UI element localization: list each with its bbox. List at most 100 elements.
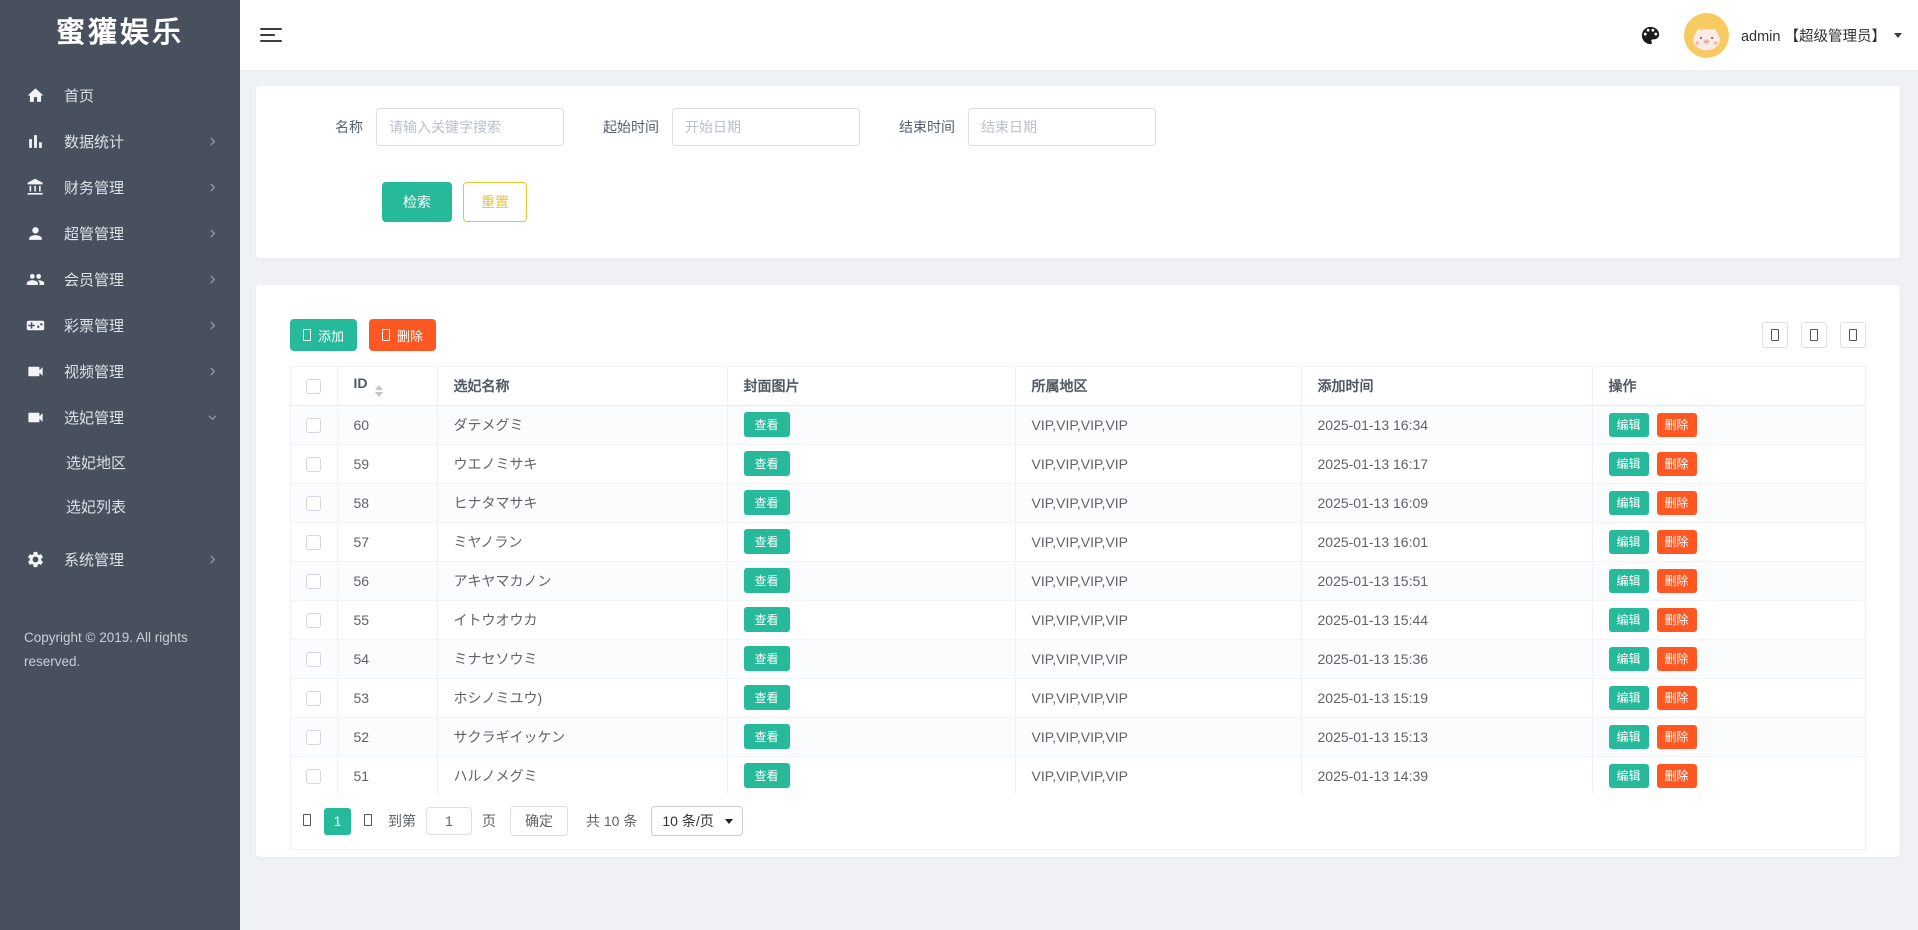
cell-time: 2025-01-13 16:09 (1301, 483, 1593, 523)
row-edit-button[interactable]: 编辑 (1608, 763, 1649, 788)
cell-region: VIP,VIP,VIP,VIP (1015, 756, 1302, 795)
cell-time: 2025-01-13 15:19 (1301, 678, 1593, 718)
sidebar-item-8[interactable]: 选妃管理 (0, 394, 240, 440)
row-delete-button[interactable]: 删除 (1656, 607, 1697, 632)
cell-name: ウエノミサキ (437, 444, 728, 484)
search-panel: 名称 起始时间 结束时间 检索 重置 (256, 86, 1900, 258)
sidebar-item-5[interactable]: 会员管理 (0, 256, 240, 302)
name-search-input[interactable] (376, 108, 564, 146)
add-button[interactable]: 添加 (290, 319, 358, 351)
row-delete-button[interactable]: 删除 (1656, 529, 1697, 554)
bar-chart-icon (29, 134, 42, 148)
row-delete-button[interactable]: 删除 (1656, 724, 1697, 749)
column-header-id[interactable]: ID (337, 367, 438, 406)
total-count-label: 共 10 条 (586, 813, 638, 829)
user-menu[interactable]: admin 【超级管理员】 (1741, 25, 1902, 46)
view-cover-button[interactable]: 查看 (743, 529, 790, 554)
row-checkbox[interactable] (306, 729, 322, 745)
view-cover-button[interactable]: 查看 (743, 568, 790, 593)
view-cover-button[interactable]: 查看 (743, 646, 790, 671)
cell-time: 2025-01-13 15:13 (1301, 717, 1593, 757)
per-page-select[interactable]: 10 条/页 (651, 806, 743, 836)
cell-name: ミナセソウミ (437, 639, 728, 679)
sidebar-item-7[interactable]: 视频管理 (0, 348, 240, 394)
cell-id: 58 (337, 483, 438, 523)
row-delete-button[interactable]: 删除 (1656, 763, 1697, 788)
view-cover-button[interactable]: 查看 (743, 685, 790, 710)
row-edit-button[interactable]: 编辑 (1608, 451, 1649, 476)
view-cover-button[interactable]: 查看 (743, 490, 790, 515)
sort-icon[interactable] (374, 384, 383, 397)
table-row: 58 ヒナタマサキ 查看 VIP,VIP,VIP,VIP 2025-01-13 16:0… (291, 483, 1865, 523)
user-avatar[interactable] (1683, 12, 1729, 58)
table-tool-button-2[interactable] (1801, 322, 1827, 348)
row-edit-button[interactable]: 编辑 (1608, 646, 1649, 671)
end-date-input[interactable] (968, 108, 1156, 146)
view-cover-button[interactable]: 查看 (743, 607, 790, 632)
chevron-right-icon (210, 229, 216, 237)
row-edit-button[interactable]: 编辑 (1608, 490, 1649, 515)
search-button[interactable]: 检索 (382, 182, 452, 222)
row-edit-button[interactable]: 编辑 (1608, 724, 1649, 749)
row-edit-button[interactable]: 编辑 (1608, 529, 1649, 554)
cell-id: 53 (337, 678, 438, 718)
row-delete-button[interactable]: 删除 (1656, 568, 1697, 593)
view-cover-button[interactable]: 查看 (743, 763, 790, 789)
row-checkbox[interactable] (306, 690, 322, 706)
delete-button[interactable]: 删除 (369, 319, 437, 351)
sidebar-item-1[interactable]: 首页 (0, 72, 240, 118)
reset-button[interactable]: 重置 (463, 182, 527, 222)
row-checkbox[interactable] (306, 612, 322, 628)
cell-name: イトウオウカ (437, 600, 728, 640)
theme-palette-icon[interactable] (1639, 24, 1662, 47)
table-row: 59 ウエノミサキ 查看 VIP,VIP,VIP,VIP 2025-01-13 16:1… (291, 444, 1865, 484)
row-edit-button[interactable]: 编辑 (1608, 607, 1649, 632)
row-checkbox[interactable] (306, 769, 322, 785)
row-checkbox[interactable] (306, 456, 322, 472)
row-edit-button[interactable]: 编辑 (1608, 412, 1649, 437)
sidebar-item-3[interactable]: 财务管理 (0, 164, 240, 210)
row-edit-button[interactable]: 编辑 (1608, 685, 1649, 710)
goto-page-input[interactable] (426, 807, 472, 835)
cell-region: VIP,VIP,VIP,VIP (1015, 483, 1302, 523)
sidebar-submenu: 选妃地区 选妃列表 (0, 440, 240, 528)
view-cover-button[interactable]: 查看 (743, 451, 790, 476)
row-delete-button[interactable]: 删除 (1656, 451, 1697, 476)
sidebar-item-4[interactable]: 超管管理 (0, 210, 240, 256)
table-tool-button-1[interactable] (1762, 322, 1788, 348)
column-header-name: 选妃名称 (437, 367, 728, 406)
sidebar-item-6[interactable]: 彩票管理 (0, 302, 240, 348)
view-cover-button[interactable]: 查看 (743, 412, 790, 437)
row-delete-button[interactable]: 删除 (1656, 490, 1697, 515)
prev-page-button[interactable] (301, 813, 313, 829)
row-delete-button[interactable]: 删除 (1656, 685, 1697, 710)
table-row: 51 ハルノメグミ 查看 VIP,VIP,VIP,VIP 2025-01-13 14:3… (291, 756, 1865, 795)
cell-name: ダテメグミ (437, 405, 728, 445)
cell-region: VIP,VIP,VIP,VIP (1015, 522, 1302, 562)
cell-time: 2025-01-13 14:39 (1301, 756, 1593, 795)
next-page-button[interactable] (362, 813, 374, 829)
row-checkbox[interactable] (306, 417, 322, 433)
goto-confirm-button[interactable]: 确定 (510, 806, 568, 836)
sidebar-item-9[interactable]: 系统管理 (0, 536, 240, 582)
row-checkbox[interactable] (306, 651, 322, 667)
sidebar-item-2[interactable]: 数据统计 (0, 118, 240, 164)
chevron-down-icon (724, 818, 733, 824)
view-cover-button[interactable]: 查看 (743, 724, 790, 749)
missing-glyph-icon (364, 813, 372, 826)
row-checkbox[interactable] (306, 534, 322, 550)
select-all-checkbox[interactable] (306, 379, 322, 395)
row-delete-button[interactable]: 删除 (1656, 412, 1697, 437)
cell-region: VIP,VIP,VIP,VIP (1015, 717, 1302, 757)
row-edit-button[interactable]: 编辑 (1608, 568, 1649, 593)
menu-toggle-button[interactable] (260, 25, 282, 46)
table-row: 53 ホシノミユウ) 查看 VIP,VIP,VIP,VIP 2025-01-13 15:… (291, 678, 1865, 718)
row-checkbox[interactable] (306, 573, 322, 589)
start-date-input[interactable] (672, 108, 860, 146)
page-1-button[interactable]: 1 (324, 807, 351, 835)
table-tool-button-3[interactable] (1840, 322, 1866, 348)
row-delete-button[interactable]: 删除 (1656, 646, 1697, 671)
sidebar-subitem-1[interactable]: 选妃地区 (0, 440, 240, 484)
row-checkbox[interactable] (306, 495, 322, 511)
sidebar-subitem-2[interactable]: 选妃列表 (0, 484, 240, 528)
